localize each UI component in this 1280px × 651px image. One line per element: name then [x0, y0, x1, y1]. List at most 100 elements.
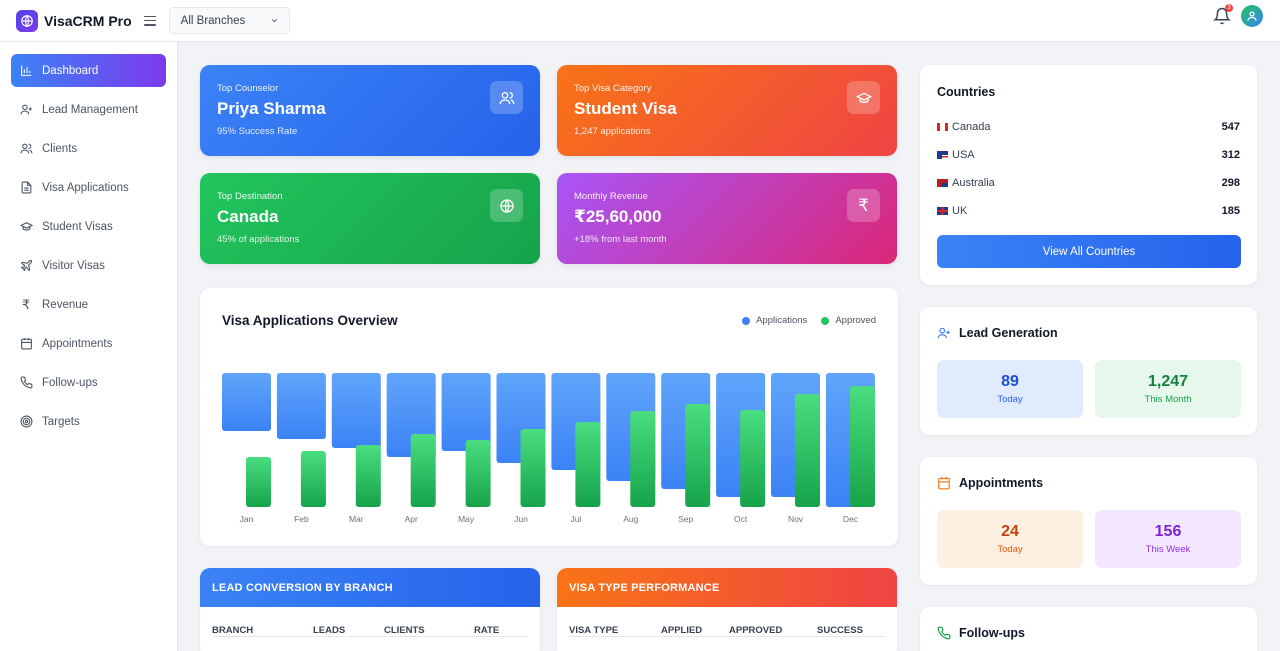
notification-badge: 3 [1225, 4, 1233, 12]
sidebar: Dashboard Lead Management Clients Visa A… [0, 42, 178, 651]
usa-flag-icon [937, 151, 948, 160]
sidebar-item-revenue[interactable]: ₹ Revenue [11, 288, 166, 321]
stat-label: Top Visa Category [574, 83, 652, 94]
x-tick-label: Mar [349, 514, 364, 524]
country-name: Australia [952, 177, 995, 189]
sidebar-item-label: Targets [42, 415, 80, 428]
lead-today-tile[interactable]: 89 Today [937, 360, 1083, 418]
avatar[interactable] [1241, 5, 1263, 27]
menu-toggle-icon[interactable] [143, 15, 156, 26]
sidebar-item-dashboard[interactable]: Dashboard [11, 54, 166, 87]
appointments-today-label: Today [997, 544, 1023, 555]
sidebar-item-label: Appointments [42, 337, 113, 350]
stat-card-top-visa-category[interactable]: Top Visa Category Student Visa 1,247 app… [557, 65, 897, 156]
sidebar-item-lead-management[interactable]: Lead Management [11, 93, 166, 126]
canada-flag-icon [937, 123, 948, 132]
users-icon [19, 142, 33, 156]
view-all-countries-button[interactable]: View All Countries [937, 235, 1241, 268]
australia-flag-icon [937, 179, 948, 188]
stat-sub: 1,247 applications [574, 126, 651, 137]
calendar-icon [938, 477, 950, 490]
appointments-today-value: 24 [1001, 523, 1019, 540]
lead-generation-header: Lead Generation [937, 326, 1058, 340]
country-name: UK [952, 205, 968, 217]
bar-approved-oct[interactable] [740, 410, 766, 507]
country-row[interactable]: UK 185 [937, 203, 1240, 219]
sidebar-item-student-visas[interactable]: Student Visas [11, 210, 166, 243]
sidebar-item-visitor-visas[interactable]: Visitor Visas [11, 249, 166, 282]
sidebar-item-appointments[interactable]: Appointments [11, 327, 166, 360]
globe-icon [490, 189, 523, 222]
branch-select[interactable]: All Branches [168, 7, 290, 34]
bar-approved-jan[interactable] [246, 457, 271, 507]
bar-approved-jul[interactable] [575, 422, 601, 507]
uk-flag-icon [937, 207, 948, 216]
sidebar-item-label: Revenue [42, 298, 89, 311]
bar-approved-aug[interactable] [630, 411, 656, 507]
appointments-week-value: 156 [1154, 523, 1182, 540]
stat-card-top-destination[interactable]: Top Destination Canada 45% of applicatio… [200, 173, 540, 264]
visa-performance-card: VISA TYPE PERFORMANCE VISA TYPE APPLIED … [557, 568, 897, 651]
bar-approved-jun[interactable] [520, 429, 546, 507]
column-header: BRANCH [212, 625, 254, 636]
sidebar-item-targets[interactable]: Targets [11, 405, 166, 438]
brand[interactable]: VisaCRM Pro [16, 9, 132, 32]
stat-card-top-counselor[interactable]: Top Counselor Priya Sharma 95% Success R… [200, 65, 540, 156]
appointments-today-tile[interactable]: 24 Today [937, 510, 1083, 568]
column-header: LEADS [313, 625, 346, 636]
country-row[interactable]: Australia 298 [937, 175, 1240, 191]
stat-sub: 45% of applications [217, 234, 300, 245]
followups-card: Follow-ups [920, 607, 1257, 651]
users-icon [490, 81, 523, 114]
bar-approved-dec[interactable] [849, 386, 875, 507]
lead-today-value: 89 [1001, 373, 1019, 390]
x-tick-label: Jul [570, 514, 581, 524]
x-tick-label: Nov [788, 514, 804, 524]
column-header: APPLIED [661, 625, 703, 636]
appointments-week-tile[interactable]: 156 This Week [1095, 510, 1241, 568]
countries-title: Countries [937, 85, 996, 99]
country-row[interactable]: USA 312 [937, 147, 1240, 163]
document-icon [19, 181, 33, 195]
x-tick-label: Oct [734, 514, 748, 524]
bar-applications-may[interactable] [441, 373, 491, 451]
stat-sub: +18% from last month [574, 234, 667, 245]
country-count: 185 [1221, 205, 1240, 217]
sidebar-item-follow-ups[interactable]: Follow-ups [11, 366, 166, 399]
visa-performance-title: VISA TYPE PERFORMANCE [557, 568, 897, 607]
bar-approved-feb[interactable] [300, 451, 326, 507]
column-header: VISA TYPE [569, 625, 619, 636]
bar-approved-nov[interactable] [795, 394, 820, 507]
table-header: VISA TYPE APPLIED APPROVED SUCCESS [569, 607, 885, 637]
stat-label: Top Destination [217, 191, 283, 202]
bar-applications-feb[interactable] [276, 373, 326, 439]
lead-generation-card: Lead Generation 89 Today 1,247 This Mont… [920, 307, 1257, 435]
stat-card-monthly-revenue[interactable]: Monthly Revenue ₹25,60,000 +18% from las… [557, 173, 897, 264]
sidebar-item-visa-applications[interactable]: Visa Applications [11, 171, 166, 204]
bar-chart: Jan Feb Mar Apr May Jun Jul Aug Sep Oct Nov Dec [222, 373, 875, 524]
appointments-week-label: This Week [1145, 544, 1191, 555]
bar-applications-mar[interactable] [331, 373, 381, 448]
bar-approved-may[interactable] [465, 440, 491, 507]
bar-applications-jan[interactable] [222, 373, 271, 431]
appointments-title: Appointments [959, 476, 1044, 490]
sidebar-item-label: Visitor Visas [42, 259, 105, 272]
chevron-down-icon [271, 18, 277, 23]
country-name: USA [952, 149, 975, 161]
lead-month-tile[interactable]: 1,247 This Month [1095, 360, 1241, 418]
column-header: CLIENTS [384, 625, 425, 636]
x-tick-label: Sep [678, 514, 693, 524]
x-tick-label: Jan [240, 514, 254, 524]
sidebar-item-label: Follow-ups [42, 376, 98, 389]
sidebar-item-clients[interactable]: Clients [11, 132, 166, 165]
bar-approved-apr[interactable] [410, 434, 436, 507]
country-name: Canada [952, 121, 991, 133]
lead-conversion-title: LEAD CONVERSION BY BRANCH [200, 568, 540, 607]
lead-today-label: Today [997, 394, 1023, 405]
country-row[interactable]: Canada 547 [937, 119, 1240, 135]
bar-approved-sep[interactable] [685, 404, 711, 507]
bar-approved-mar[interactable] [355, 445, 381, 507]
appointments-card: Appointments 24 Today 156 This Week [920, 457, 1257, 585]
column-header: APPROVED [729, 625, 783, 636]
top-bar: VisaCRM Pro All Branches 3 [0, 0, 1280, 42]
